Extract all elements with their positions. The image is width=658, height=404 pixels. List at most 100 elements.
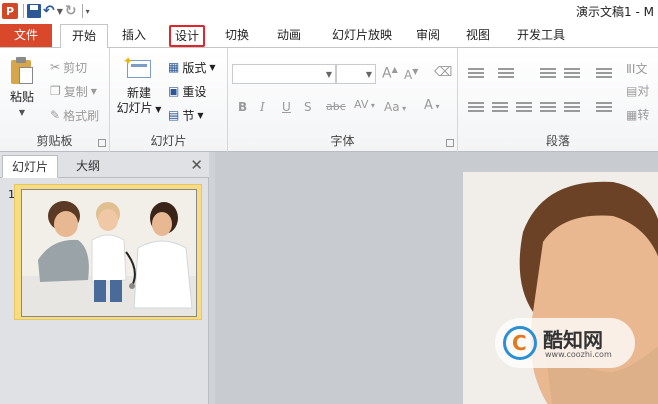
title-bar: P ↶ ▼ ↻ ▾ 演示文稿1 - M — [0, 0, 658, 22]
clipboard-launcher[interactable] — [98, 139, 106, 147]
align-right-icon[interactable] — [516, 102, 532, 116]
increase-indent-icon[interactable] — [564, 68, 580, 82]
paragraph-group-label: 段落 — [545, 134, 570, 148]
chevron-down-icon: ▼ — [90, 86, 97, 96]
ribbon-tabs: 文件 开始 插入 设计 切换 动画 幻灯片放映 审阅 视图 开发工具 — [0, 22, 658, 49]
font-color-button[interactable]: A ▾ — [424, 98, 439, 113]
slides-group: ✦ 新建 幻灯片 ▼ ▦ 版式 ▼ ▣ 重设 ▤ 节 ▼ 幻灯片 — [110, 48, 228, 152]
undo-dropdown[interactable]: ▼ — [57, 2, 63, 20]
align-text-button[interactable]: ▤对 — [626, 82, 649, 99]
format-painter-button[interactable]: ✎ 格式刷 — [50, 106, 99, 124]
tab-file[interactable]: 文件 — [0, 24, 52, 47]
paste-button[interactable]: 粘贴 ▼ — [4, 56, 40, 120]
strikethrough-button[interactable]: abc — [326, 100, 346, 113]
layout-button[interactable]: ▦ 版式 ▼ — [168, 58, 216, 76]
tab-slides[interactable]: 幻灯片 — [2, 155, 58, 178]
grow-font-button[interactable]: A▲ — [382, 65, 398, 82]
layout-icon: ▦ — [168, 60, 180, 74]
font-launcher[interactable] — [446, 139, 454, 147]
slide-thumbnail-image — [21, 189, 197, 317]
cut-label: 剪切 — [63, 60, 88, 75]
app-icon[interactable]: P — [2, 2, 18, 20]
columns-icon[interactable] — [596, 102, 612, 116]
cut-button[interactable]: ✂ 剪切 — [50, 58, 87, 76]
char-spacing-button[interactable]: AV ▾ — [354, 98, 375, 111]
bold-button[interactable]: B — [238, 100, 247, 114]
chevron-down-icon: ▼ — [325, 70, 332, 79]
clear-format-icon[interactable]: ⌫ — [434, 65, 452, 80]
undo-button[interactable]: ↶ — [43, 2, 55, 20]
shadow-button[interactable]: S — [304, 100, 312, 114]
redo-button[interactable]: ↻ — [65, 2, 77, 20]
chevron-down-icon: ▼ — [18, 108, 26, 117]
slides-pane: 幻灯片 大纲 ✕ 1 — [0, 152, 209, 404]
paste-icon — [9, 56, 35, 86]
align-center-icon[interactable] — [492, 102, 508, 116]
paste-label: 粘贴 — [9, 90, 34, 104]
watermark-name: 酷知网 — [543, 328, 603, 352]
new-slide-icon: ✦ — [123, 54, 153, 80]
slide-canvas[interactable] — [463, 172, 658, 404]
section-button[interactable]: ▤ 节 ▼ — [168, 106, 204, 124]
new-slide-button[interactable]: ✦ 新建 幻灯片 ▼ — [114, 54, 164, 117]
tab-insert[interactable]: 插入 — [113, 24, 155, 48]
new-slide-label-1: 新建 — [126, 86, 151, 100]
qat-separator — [23, 4, 24, 18]
section-label: 节 — [182, 108, 195, 123]
align-left-icon[interactable] — [468, 102, 484, 116]
section-icon: ▤ — [168, 108, 180, 122]
tab-transitions[interactable]: 切换 — [216, 24, 258, 48]
customize-qat-button[interactable]: ▾ — [86, 2, 90, 20]
tab-review[interactable]: 审阅 — [408, 24, 448, 48]
format-painter-label: 格式刷 — [63, 108, 100, 123]
copy-icon: ❐ — [50, 84, 61, 98]
close-icon[interactable]: ✕ — [190, 156, 203, 174]
font-group-label: 字体 — [330, 134, 355, 148]
text-direction-button[interactable]: ⅡⅠ文 — [626, 60, 647, 77]
shrink-font-button[interactable]: A▼ — [404, 67, 418, 82]
quick-access-toolbar: P ↶ ▼ ↻ ▾ — [0, 0, 92, 22]
chevron-down-icon: ▼ — [56, 6, 63, 16]
clipboard-group: 粘贴 ▼ ✂ 剪切 ❐ 复制 ▼ ✎ 格式刷 剪贴板 — [0, 48, 110, 152]
tab-slideshow[interactable]: 幻灯片放映 — [320, 24, 404, 48]
reset-button[interactable]: ▣ 重设 — [168, 82, 206, 100]
reset-label: 重设 — [182, 84, 207, 99]
save-button[interactable] — [27, 2, 41, 20]
distributed-icon[interactable] — [564, 102, 580, 116]
italic-button[interactable]: I — [260, 100, 265, 114]
watermark: 酷知网 www.coozhi.com — [495, 318, 635, 368]
redo-icon: ↻ — [64, 3, 77, 19]
tab-developer[interactable]: 开发工具 — [508, 24, 574, 48]
underline-button[interactable]: U — [282, 100, 291, 114]
watermark-url: www.coozhi.com — [545, 350, 612, 359]
layout-label: 版式 — [182, 60, 207, 75]
tab-design[interactable]: 设计 — [169, 25, 205, 47]
chevron-down-icon: ▼ — [365, 70, 372, 79]
slides-group-label: 幻灯片 — [150, 134, 187, 148]
convert-smartart-button[interactable]: ▦转 — [626, 106, 649, 123]
slide-thumbnail-selected[interactable] — [14, 184, 202, 320]
copy-button[interactable]: ❐ 复制 ▼ — [50, 82, 97, 100]
decrease-indent-icon[interactable] — [540, 68, 556, 82]
chevron-down-icon: ▼ — [197, 110, 204, 120]
tab-home[interactable]: 开始 — [60, 24, 108, 49]
tab-view[interactable]: 视图 — [458, 24, 498, 48]
tab-animations[interactable]: 动画 — [268, 24, 310, 48]
align-text-icon: ▤ — [626, 84, 638, 98]
numbering-icon[interactable] — [498, 68, 514, 82]
undo-icon: ↶ — [43, 3, 55, 19]
justify-icon[interactable] — [540, 102, 556, 116]
change-case-button[interactable]: Aa ▾ — [384, 100, 406, 114]
bullets-icon[interactable] — [468, 68, 484, 82]
save-icon — [27, 4, 41, 18]
chevron-down-icon: ▼ — [209, 62, 216, 72]
tab-outline[interactable]: 大纲 — [60, 155, 116, 178]
font-name-combo[interactable]: ▼ — [232, 64, 336, 84]
coozhi-logo-icon — [503, 326, 537, 360]
slides-pane-tabs: 幻灯片 大纲 ✕ — [0, 152, 209, 178]
powerpoint-icon: P — [2, 3, 18, 19]
font-size-combo[interactable]: ▼ — [336, 64, 376, 84]
customize-icon: ▾ — [85, 6, 90, 16]
reset-icon: ▣ — [168, 84, 180, 98]
line-spacing-icon[interactable] — [596, 68, 612, 82]
